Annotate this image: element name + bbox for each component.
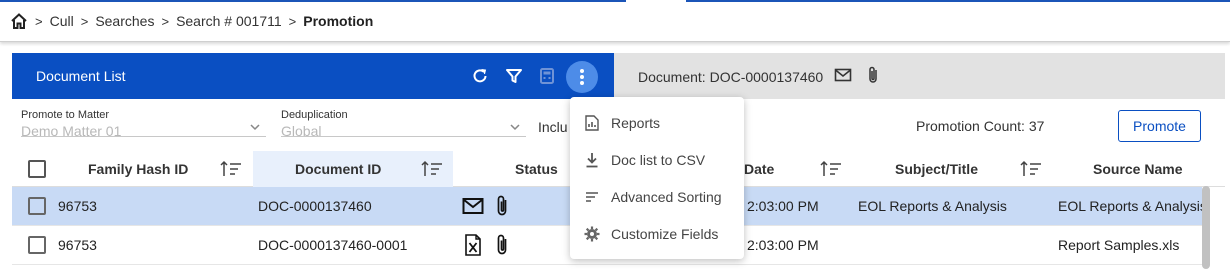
download-icon	[584, 152, 600, 168]
breadcrumb: > Cull > Searches > Search # 001711 > Pr…	[10, 12, 373, 30]
menu-item-doc-list-csv[interactable]: Doc list to CSV	[570, 141, 744, 178]
more-vert-icon[interactable]	[566, 61, 598, 93]
document-list-title: Document List	[36, 68, 126, 84]
email-icon	[462, 187, 484, 225]
top-accent-line-right	[686, 0, 1230, 2]
excel-file-icon	[464, 226, 482, 264]
promote-button[interactable]: Promote	[1118, 110, 1201, 142]
column-document-id[interactable]: Document ID	[295, 151, 381, 187]
family-hash-cell: 96753	[58, 198, 97, 214]
menu-item-label: Advanced Sorting	[611, 188, 722, 205]
breadcrumb-item-search[interactable]: Search # 001711	[176, 13, 282, 29]
chevron-right-icon: >	[35, 13, 43, 29]
more-actions-menu: Reports Doc list to CSV Advanced Sorting…	[570, 97, 744, 259]
calculator-icon	[535, 64, 559, 88]
menu-item-customize-fields[interactable]: Customize Fields	[570, 215, 744, 252]
breadcrumb-item-searches[interactable]: Searches	[95, 13, 154, 29]
document-label: Document: DOC-0000137460	[638, 69, 824, 85]
promotion-count: Promotion Count: 37	[916, 118, 1045, 134]
refresh-icon[interactable]	[468, 64, 492, 88]
top-accent-line	[0, 0, 626, 2]
sort-icon[interactable]	[820, 160, 842, 178]
sort-icon[interactable]	[421, 160, 443, 178]
document-id-cell: DOC-0000137460	[258, 198, 372, 214]
deduplication-label: Deduplication	[281, 109, 348, 121]
menu-item-reports[interactable]: Reports	[570, 104, 744, 141]
chevron-right-icon: >	[80, 13, 89, 29]
chevron-right-icon: >	[161, 13, 170, 29]
date-cell: 2:03:00 PM	[747, 198, 819, 214]
document-preview-header: Document: DOC-0000137460	[614, 53, 1225, 99]
deduplication-underline	[281, 136, 526, 137]
breadcrumb-item-cull[interactable]: Cull	[50, 13, 74, 29]
include-option-label[interactable]: Inclu	[538, 119, 568, 135]
menu-item-label: Doc list to CSV	[611, 151, 706, 168]
column-source-name[interactable]: Source Name	[1093, 151, 1182, 187]
family-hash-cell: 96753	[58, 237, 97, 253]
chevron-down-icon[interactable]	[510, 122, 520, 132]
attachment-icon[interactable]	[866, 65, 880, 90]
date-cell: 2:03:00 PM	[747, 237, 819, 253]
document-id-cell: DOC-0000137460-0001	[258, 237, 408, 253]
column-date[interactable]: Date	[744, 151, 774, 187]
document-list-header: Document List	[12, 53, 614, 99]
sort-icon[interactable]	[1020, 160, 1042, 178]
gear-icon	[584, 226, 600, 242]
menu-item-label: Customize Fields	[611, 225, 719, 242]
menu-item-advanced-sorting[interactable]: Advanced Sorting	[570, 178, 744, 215]
subject-cell: EOL Reports & Analysis	[858, 198, 1007, 214]
select-all-checkbox[interactable]	[28, 160, 46, 178]
promote-to-matter-select[interactable]: Promote to Matter Demo Matter 01	[21, 109, 121, 139]
menu-item-label: Reports	[611, 114, 661, 131]
row-divider	[12, 264, 1202, 265]
breadcrumb-current: Promotion	[303, 13, 374, 29]
chevron-right-icon: >	[288, 13, 297, 29]
sort-icon[interactable]	[220, 160, 242, 178]
column-family-hash-id[interactable]: Family Hash ID	[88, 151, 188, 187]
attachment-icon	[494, 187, 510, 225]
row-checkbox[interactable]	[28, 187, 46, 225]
promote-to-matter-label: Promote to Matter	[21, 109, 110, 121]
filter-icon[interactable]	[502, 64, 526, 88]
source-name-cell: EOL Reports & Analysis	[1058, 198, 1207, 214]
deduplication-select[interactable]: Deduplication Global	[281, 109, 348, 139]
source-name-cell: Report Samples.xls	[1058, 237, 1180, 253]
home-icon[interactable]	[10, 12, 28, 30]
column-subject-title[interactable]: Subject/Title	[895, 151, 978, 187]
top-bar: > Cull > Searches > Search # 001711 > Pr…	[0, 0, 1230, 42]
attachment-icon	[494, 226, 510, 264]
sort-icon	[584, 189, 600, 205]
column-status[interactable]: Status	[515, 151, 558, 187]
row-checkbox[interactable]	[28, 226, 46, 264]
vertical-scrollbar[interactable]	[1202, 186, 1210, 269]
chevron-down-icon[interactable]	[250, 122, 260, 132]
email-icon[interactable]	[834, 67, 852, 88]
promote-to-matter-underline	[21, 136, 266, 137]
report-icon	[584, 114, 600, 131]
